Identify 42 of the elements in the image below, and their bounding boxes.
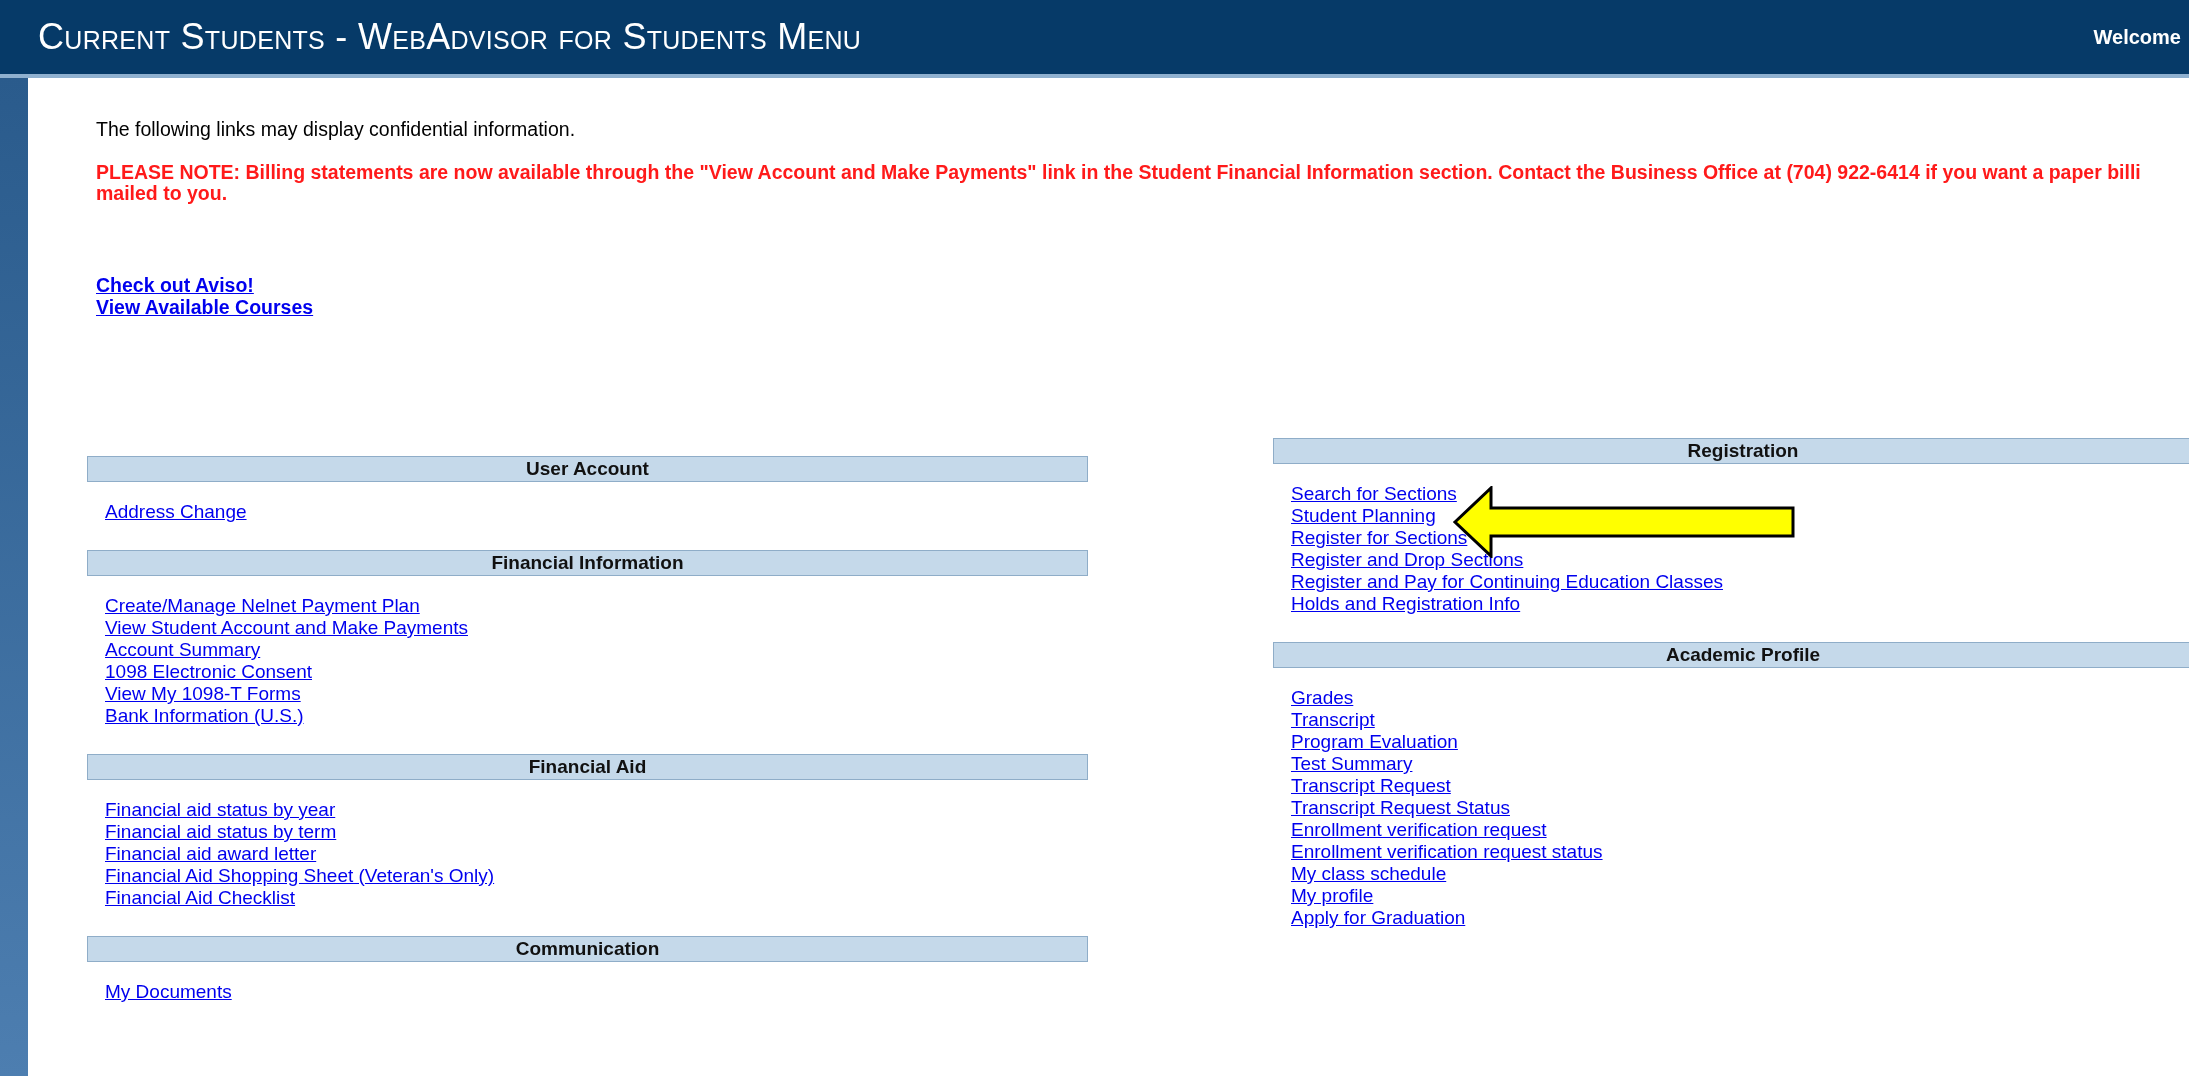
menu-link[interactable]: Enrollment verification request xyxy=(1291,819,1547,841)
menu-link[interactable]: Create/Manage Nelnet Payment Plan xyxy=(105,595,420,617)
menu-link[interactable]: Transcript Request xyxy=(1291,775,1451,797)
menu-link[interactable]: Financial Aid Checklist xyxy=(105,887,296,909)
page-title: Current Students - WebAdvisor for Students Menu xyxy=(38,15,862,59)
section-header: User Account xyxy=(87,456,1088,482)
menu-link[interactable]: Apply for Graduation xyxy=(1291,907,1466,929)
menu-link[interactable]: Financial Aid Shopping Sheet (Veteran's Only) xyxy=(105,865,495,887)
menu-link[interactable]: Transcript xyxy=(1291,709,1375,731)
intro-text: The following links may display confidential information. xyxy=(96,118,577,140)
section-header: Financial Information xyxy=(87,550,1088,576)
section-header: Communication xyxy=(87,936,1088,962)
billing-notice: PLEASE NOTE: Billing statements are now available through the "View Account and Make Payments" link in the Student Financial Information section. Contact the Business Office at (704) 922-6414 if you want a paper billi mailed to you. xyxy=(96,162,2142,204)
menu-link[interactable]: Student Planning xyxy=(1291,505,1436,527)
menu-link[interactable]: Account Summary xyxy=(105,639,261,661)
menu-link[interactable]: Register and Pay for Continuing Education Classes xyxy=(1291,571,1723,593)
menu-link[interactable]: Test Summary xyxy=(1291,753,1413,775)
menu-link[interactable]: Financial aid status by year xyxy=(105,799,336,821)
menu-link[interactable]: Financial aid status by term xyxy=(105,821,337,843)
menu-link[interactable]: Enrollment verification request status xyxy=(1291,841,1603,863)
link[interactable]: View Available Courses xyxy=(96,296,314,318)
menu-link[interactable]: My class schedule xyxy=(1291,863,1447,885)
section-header: Financial Aid xyxy=(87,754,1088,780)
menu-link[interactable]: Address Change xyxy=(105,501,247,523)
menu-link[interactable]: Bank Information (U.S.) xyxy=(105,705,304,727)
menu-link[interactable]: View My 1098-T Forms xyxy=(105,683,301,705)
menu-link[interactable]: Holds and Registration Info xyxy=(1291,593,1521,615)
menu-link[interactable]: Search for Sections xyxy=(1291,483,1457,505)
menu-link[interactable]: My Documents xyxy=(105,981,232,1003)
menu-link[interactable]: Grades xyxy=(1291,687,1354,709)
menu-link[interactable]: Program Evaluation xyxy=(1291,731,1458,753)
link[interactable]: Check out Aviso! xyxy=(96,274,254,296)
menu-link[interactable]: View Student Account and Make Payments xyxy=(105,617,468,639)
menu-link[interactable]: Register for Sections xyxy=(1291,527,1468,549)
welcome-text: Welcome xyxy=(2093,25,2182,50)
menu-link[interactable]: Register and Drop Sections xyxy=(1291,549,1524,571)
menu-link[interactable]: My profile xyxy=(1291,885,1374,907)
section-header: Academic Profile xyxy=(1273,642,2189,668)
menu-link[interactable]: 1098 Electronic Consent xyxy=(105,661,312,683)
section-header: Registration xyxy=(1273,438,2189,464)
menu-link[interactable]: Transcript Request Status xyxy=(1291,797,1510,819)
menu-link[interactable]: Financial aid award letter xyxy=(105,843,317,865)
